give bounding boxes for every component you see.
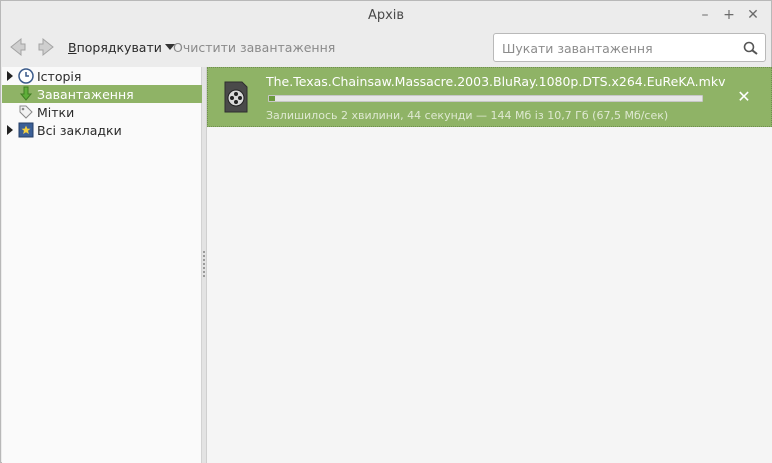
search-icon[interactable] (742, 40, 760, 56)
back-button[interactable] (7, 35, 29, 59)
sidebar-item-label: Всі закладки (37, 123, 122, 138)
sidebar-item-tags[interactable]: Мітки (2, 103, 202, 121)
window-title: Архів (367, 8, 405, 23)
download-item[interactable]: The.Texas.Chainsaw.Massacre.2003.BluRay.… (207, 67, 772, 127)
tag-icon (19, 105, 33, 119)
forward-button[interactable] (35, 35, 57, 59)
organize-menu-button[interactable]: Впорядкувати (68, 40, 175, 55)
sidebar-item-label: Історія (37, 69, 82, 84)
video-file-icon (224, 81, 248, 113)
sidebar-item-all-bookmarks[interactable]: Всі закладки (2, 121, 202, 139)
minimize-button[interactable]: – (696, 6, 714, 24)
clock-icon (18, 68, 34, 84)
download-arrow-icon (19, 86, 33, 101)
titlebar[interactable]: Архів – + ✕ (1, 1, 771, 31)
organize-accel: В (68, 40, 77, 55)
clear-downloads-button[interactable]: Очистити завантаження (173, 40, 335, 55)
downloads-list: The.Texas.Chainsaw.Massacre.2003.BluRay.… (207, 67, 772, 463)
maximize-button[interactable]: + (720, 6, 738, 24)
download-filename: The.Texas.Chainsaw.Massacre.2003.BluRay.… (266, 74, 726, 89)
download-status: Залишилось 2 хвилини, 44 секунди — 144 М… (266, 109, 669, 122)
library-window: Архів – + ✕ Впорядкувати Очистити завант… (0, 0, 772, 463)
back-arrow-icon (10, 37, 26, 57)
expand-arrow-icon[interactable] (7, 125, 13, 135)
cancel-download-button[interactable]: ✕ (734, 87, 754, 107)
sidebar-item-label: Завантаження (37, 87, 134, 102)
download-progress-bar (268, 95, 703, 102)
bookmarks-star-icon (18, 122, 34, 138)
sidebar-item-history[interactable]: Історія (2, 67, 202, 85)
search-input[interactable] (502, 39, 732, 57)
download-progress-fill (269, 96, 275, 101)
close-window-button[interactable]: ✕ (744, 6, 762, 24)
sidebar-item-downloads[interactable]: Завантаження (2, 85, 202, 103)
expand-arrow-icon[interactable] (7, 71, 13, 81)
sidebar-tree: Історія Завантаження Мітки Всі закладки (2, 67, 202, 463)
sidebar-item-label: Мітки (37, 105, 75, 120)
forward-arrow-icon (38, 37, 54, 57)
splitter-grip[interactable] (203, 251, 205, 277)
search-box[interactable] (493, 33, 766, 62)
organize-label: порядкувати (76, 40, 162, 55)
toolbar: Впорядкувати Очистити завантаження (1, 31, 771, 65)
